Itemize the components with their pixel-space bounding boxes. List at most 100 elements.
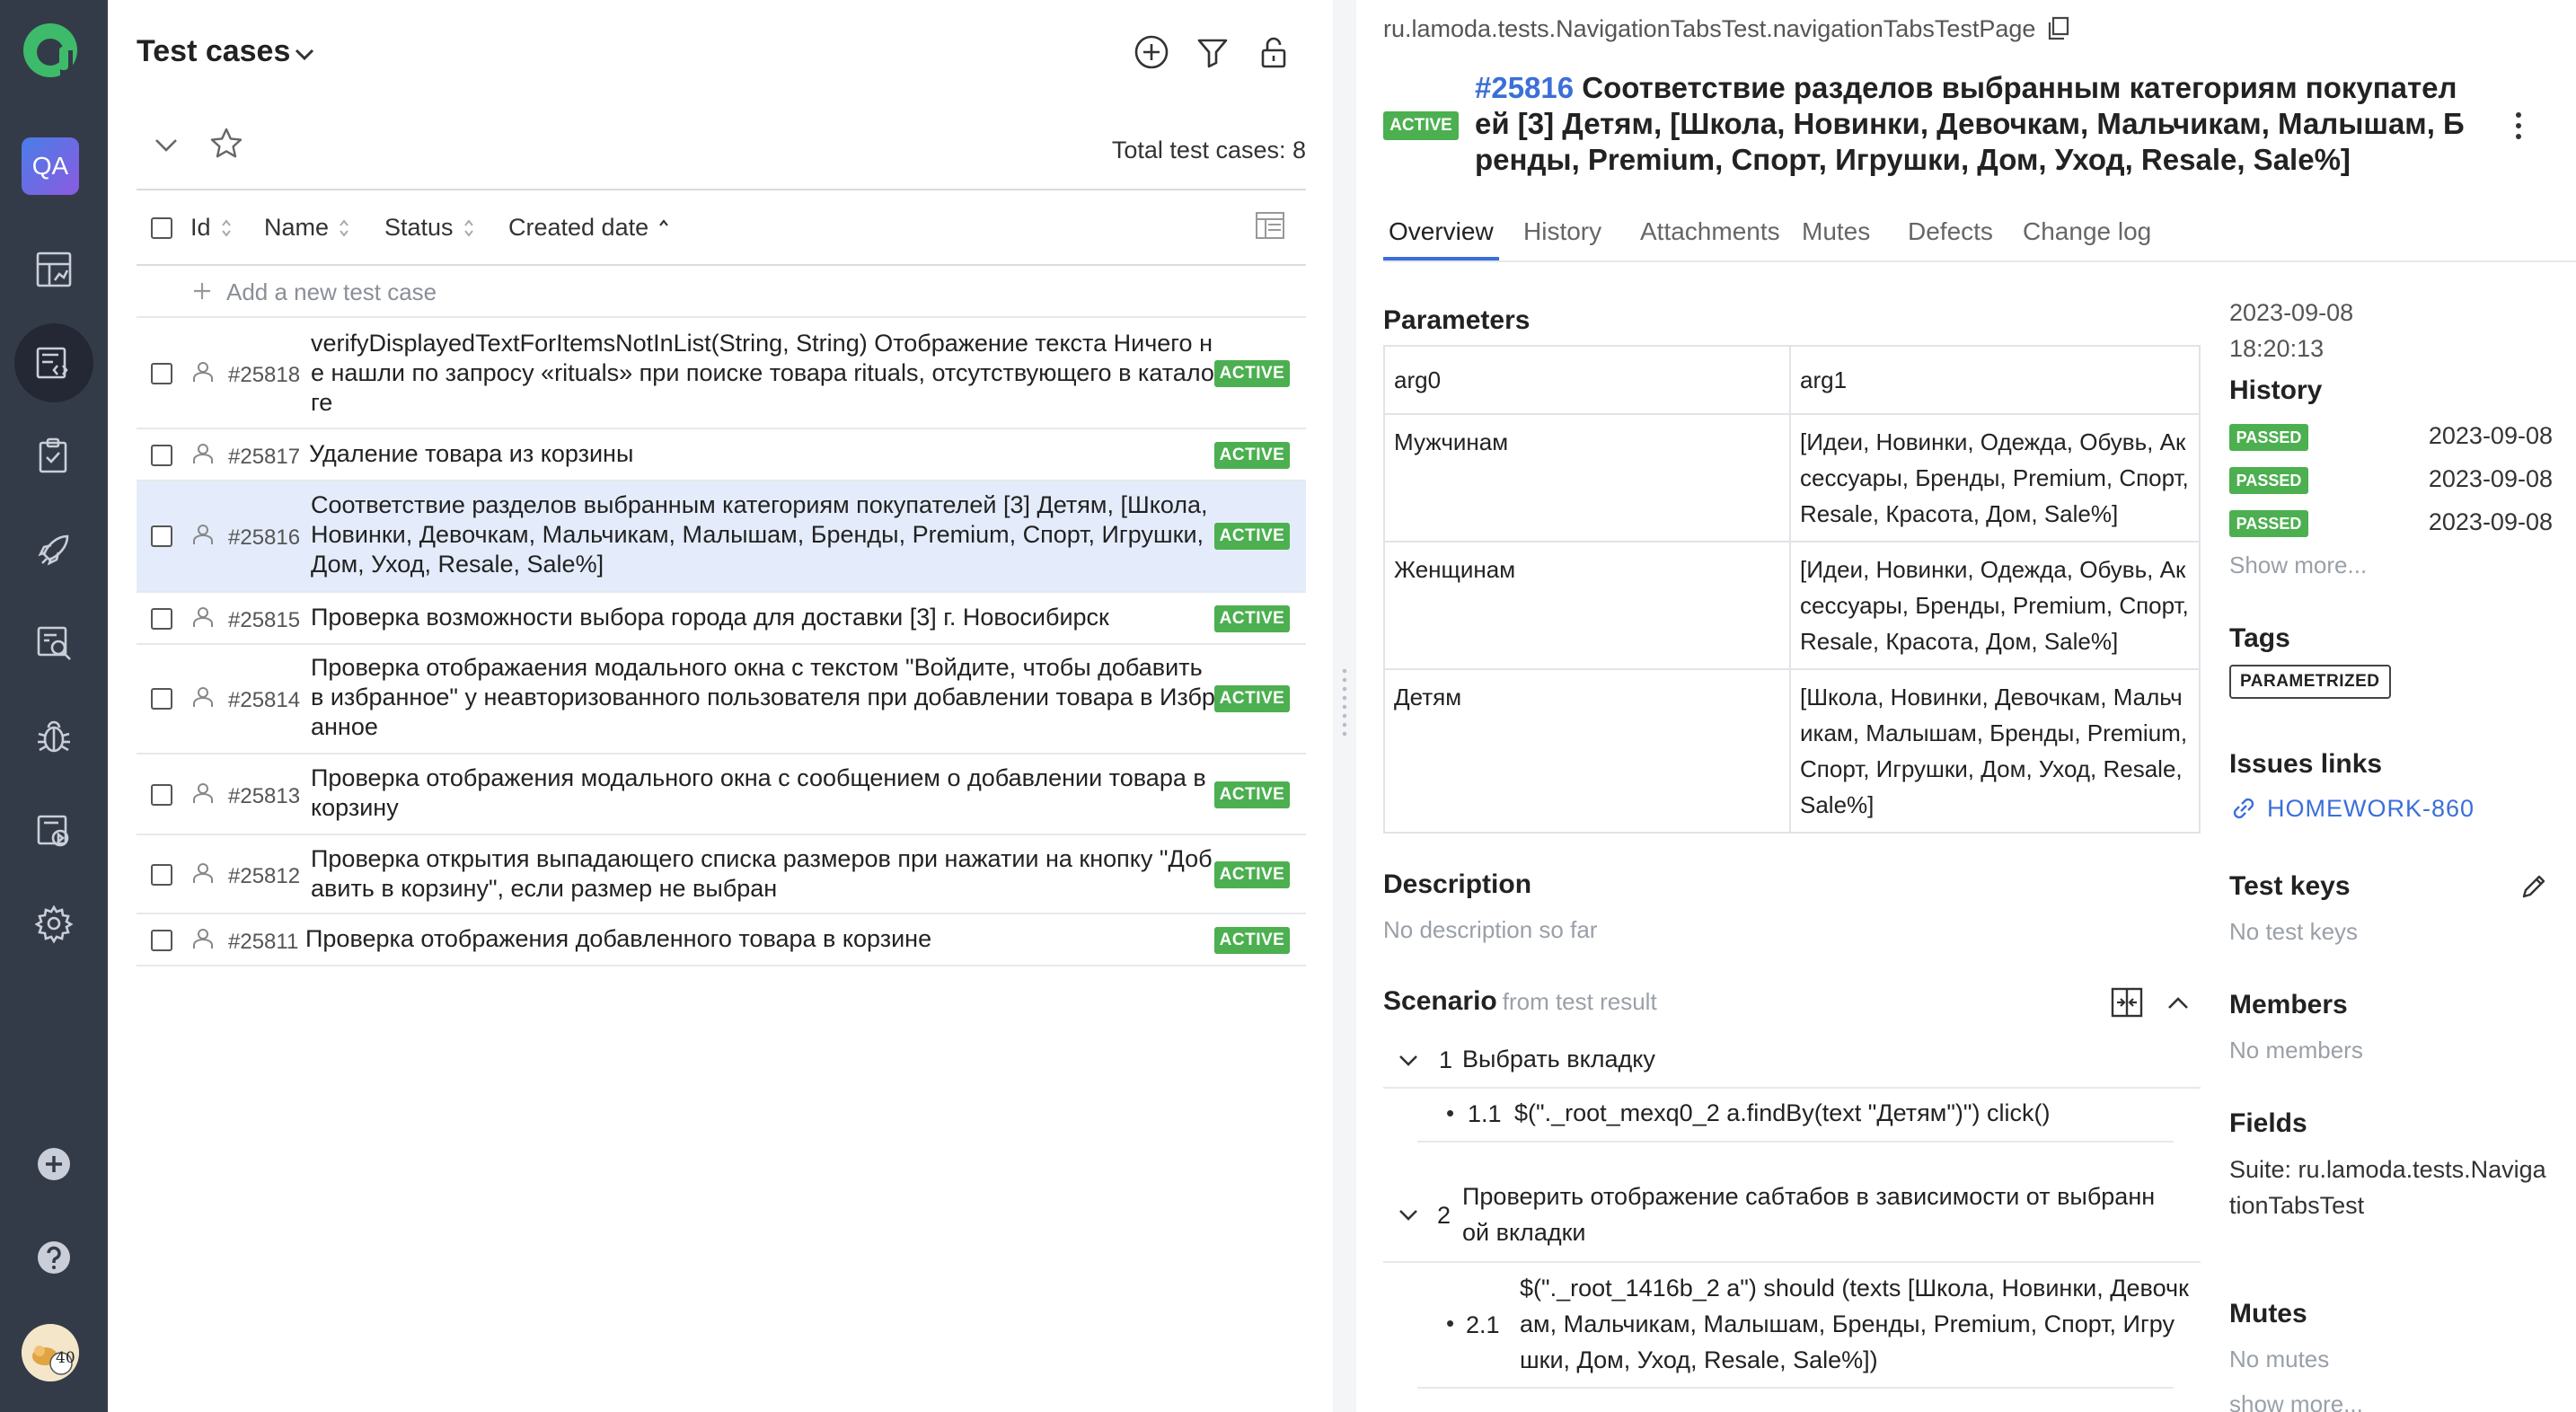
table-header: Id Name Status Created date	[137, 190, 1306, 266]
select-all-checkbox[interactable]	[151, 217, 172, 239]
row-checkbox[interactable]	[151, 525, 172, 547]
issue-link-text: HOMEWORK-860	[2267, 794, 2475, 822]
step-text: Проверить отображение сабтабов в зависим…	[1462, 1183, 2156, 1246]
tag-chip[interactable]: PARAMETRIZED	[2229, 665, 2391, 699]
add-test-case-row[interactable]: Add a new test case	[137, 268, 1306, 318]
tab-mutes[interactable]: Mutes	[1796, 217, 1875, 260]
status-badge: ACTIVE	[1214, 523, 1290, 550]
tab-history[interactable]: History	[1518, 217, 1607, 260]
page-title[interactable]: Test cases	[137, 34, 290, 69]
tab-change-log[interactable]: Change log	[2017, 217, 2157, 260]
chevron-up-icon[interactable]	[2165, 992, 2192, 1015]
test-case-title: #25816 Соответствие разделов выбранным к…	[1475, 70, 2472, 178]
row-name: Соответствие разделов выбранным категори…	[311, 491, 1208, 578]
chevron-down-icon[interactable]	[1396, 1204, 1421, 1227]
copy-icon[interactable]	[2044, 14, 2073, 43]
mutes-heading: Mutes	[2229, 1299, 2307, 1328]
column-header-created-date[interactable]: Created date	[508, 214, 670, 242]
app-logo-icon[interactable]	[20, 20, 81, 81]
sort-icon	[463, 218, 473, 237]
row-id: #25816	[228, 525, 301, 550]
row-checkbox[interactable]	[151, 363, 172, 384]
chevron-down-icon[interactable]	[291, 41, 318, 68]
param-cell: Женщинам	[1383, 541, 1791, 670]
table-row[interactable]: #25818 verifyDisplayedTextForItemsNotInL…	[137, 320, 1306, 429]
status-badge: ACTIVE	[1214, 927, 1290, 954]
column-header-status[interactable]: Status	[384, 214, 475, 242]
column-header-id[interactable]: Id	[190, 214, 233, 242]
star-icon[interactable]	[208, 126, 244, 162]
row-checkbox[interactable]	[151, 930, 172, 951]
help-icon[interactable]	[14, 1218, 93, 1297]
tab-defects[interactable]: Defects	[1902, 217, 1998, 260]
rocket-icon[interactable]	[14, 510, 93, 589]
row-name: Проверка открытия выпадающего списка раз…	[311, 845, 1213, 902]
table-row-selected[interactable]: #25816 Соответствие разделов выбранным к…	[137, 481, 1306, 593]
unlock-icon[interactable]	[1254, 32, 1293, 72]
compare-icon[interactable]	[2109, 984, 2145, 1020]
scenario-step[interactable]: 1 Выбрать вкладку	[1383, 1035, 2201, 1089]
row-checkbox[interactable]	[151, 445, 172, 466]
manual-test-icon	[193, 362, 213, 382]
more-options-icon[interactable]	[2510, 108, 2527, 144]
test-case-id[interactable]: #25816	[1475, 71, 1574, 104]
column-header-name[interactable]: Name	[264, 214, 350, 242]
manual-test-icon	[193, 687, 213, 707]
test-plans-icon[interactable]	[14, 417, 93, 496]
columns-settings-icon[interactable]	[1254, 208, 1290, 244]
panel-splitter[interactable]	[1333, 0, 1356, 1412]
gear-icon[interactable]	[14, 884, 93, 963]
table-row[interactable]: #25813 Проверка отображения модального о…	[137, 755, 1306, 835]
edit-pencil-icon[interactable]	[2519, 871, 2549, 902]
row-checkbox[interactable]	[151, 784, 172, 806]
jobs-icon[interactable]	[14, 790, 93, 869]
show-more-link[interactable]: Show more...	[2229, 552, 2367, 579]
sort-icon	[340, 218, 348, 237]
manual-test-icon	[193, 607, 213, 627]
row-id: #25817	[228, 445, 301, 469]
show-more-lower-link[interactable]: show more...	[2229, 1390, 2363, 1412]
add-circle-icon[interactable]	[1132, 32, 1171, 72]
scenario-step[interactable]: 2 Проверить отображение сабтабов в завис…	[1383, 1168, 2201, 1263]
avatar[interactable]: 40	[22, 1324, 79, 1381]
tab-overview[interactable]: Overview	[1383, 217, 1499, 260]
dashboard-icon[interactable]	[14, 230, 93, 309]
search-analytics-icon[interactable]	[14, 604, 93, 683]
status-badge: ACTIVE	[1383, 111, 1459, 140]
scenario-substep: • 2.1 $("._root_1416b_2 a") should (text…	[1417, 1263, 2189, 1389]
table-row[interactable]: #25815 Проверка возможности выбора город…	[137, 593, 1306, 645]
scenario-title: Scenario	[1383, 986, 1497, 1016]
param-cell: [Школа, Новинки, Девочкам, Мальчикам, Ма…	[1789, 668, 2201, 834]
row-name: Проверка возможности выбора города для д…	[311, 604, 1109, 631]
row-checkbox[interactable]	[151, 864, 172, 886]
table-row[interactable]: #25817 Удаление товара из корзины ACTIVE	[137, 429, 1306, 481]
drag-handle[interactable]	[1342, 666, 1347, 738]
row-checkbox[interactable]	[151, 688, 172, 710]
row-name: Удаление товара из корзины	[309, 440, 634, 467]
row-checkbox[interactable]	[151, 608, 172, 630]
table-row[interactable]: #25811 Проверка отображения добавленного…	[137, 914, 1306, 966]
bullet: •	[1446, 1099, 1455, 1126]
suite-field: Suite: ru.lamoda.tests.NavigationTabsTes…	[2229, 1156, 2546, 1219]
filter-icon[interactable]	[1193, 32, 1232, 72]
history-item[interactable]: PASSED 2023-09-08	[2229, 422, 2553, 453]
history-item[interactable]: PASSED 2023-09-08	[2229, 508, 2553, 539]
chevron-down-icon[interactable]	[1396, 1049, 1421, 1072]
status-badge: ACTIVE	[1214, 360, 1290, 387]
left-rail: QA 40	[0, 0, 108, 1412]
row-id: #25811	[228, 930, 299, 954]
test-cases-icon[interactable]	[14, 323, 93, 402]
row-name: verifyDisplayedTextForItemsNotInList(Str…	[311, 330, 1214, 416]
collapse-chevron-icon[interactable]	[151, 131, 181, 158]
test-case-name: Соответствие разделов выбранным категори…	[1475, 71, 2465, 176]
bug-icon[interactable]	[14, 697, 93, 776]
table-row[interactable]: #25814 Проверка отображаения модального …	[137, 645, 1306, 755]
table-row[interactable]: #25812 Проверка открытия выпадающего спи…	[137, 835, 1306, 914]
parameters-heading: Parameters	[1383, 305, 1531, 335]
issue-link[interactable]: HOMEWORK-860	[2229, 794, 2475, 823]
tab-attachments[interactable]: Attachments	[1635, 217, 1786, 260]
history-item[interactable]: PASSED 2023-09-08	[2229, 465, 2553, 496]
project-avatar[interactable]: QA	[22, 137, 79, 195]
add-icon[interactable]	[14, 1125, 93, 1204]
history-date: 2023-09-08	[2428, 508, 2553, 535]
